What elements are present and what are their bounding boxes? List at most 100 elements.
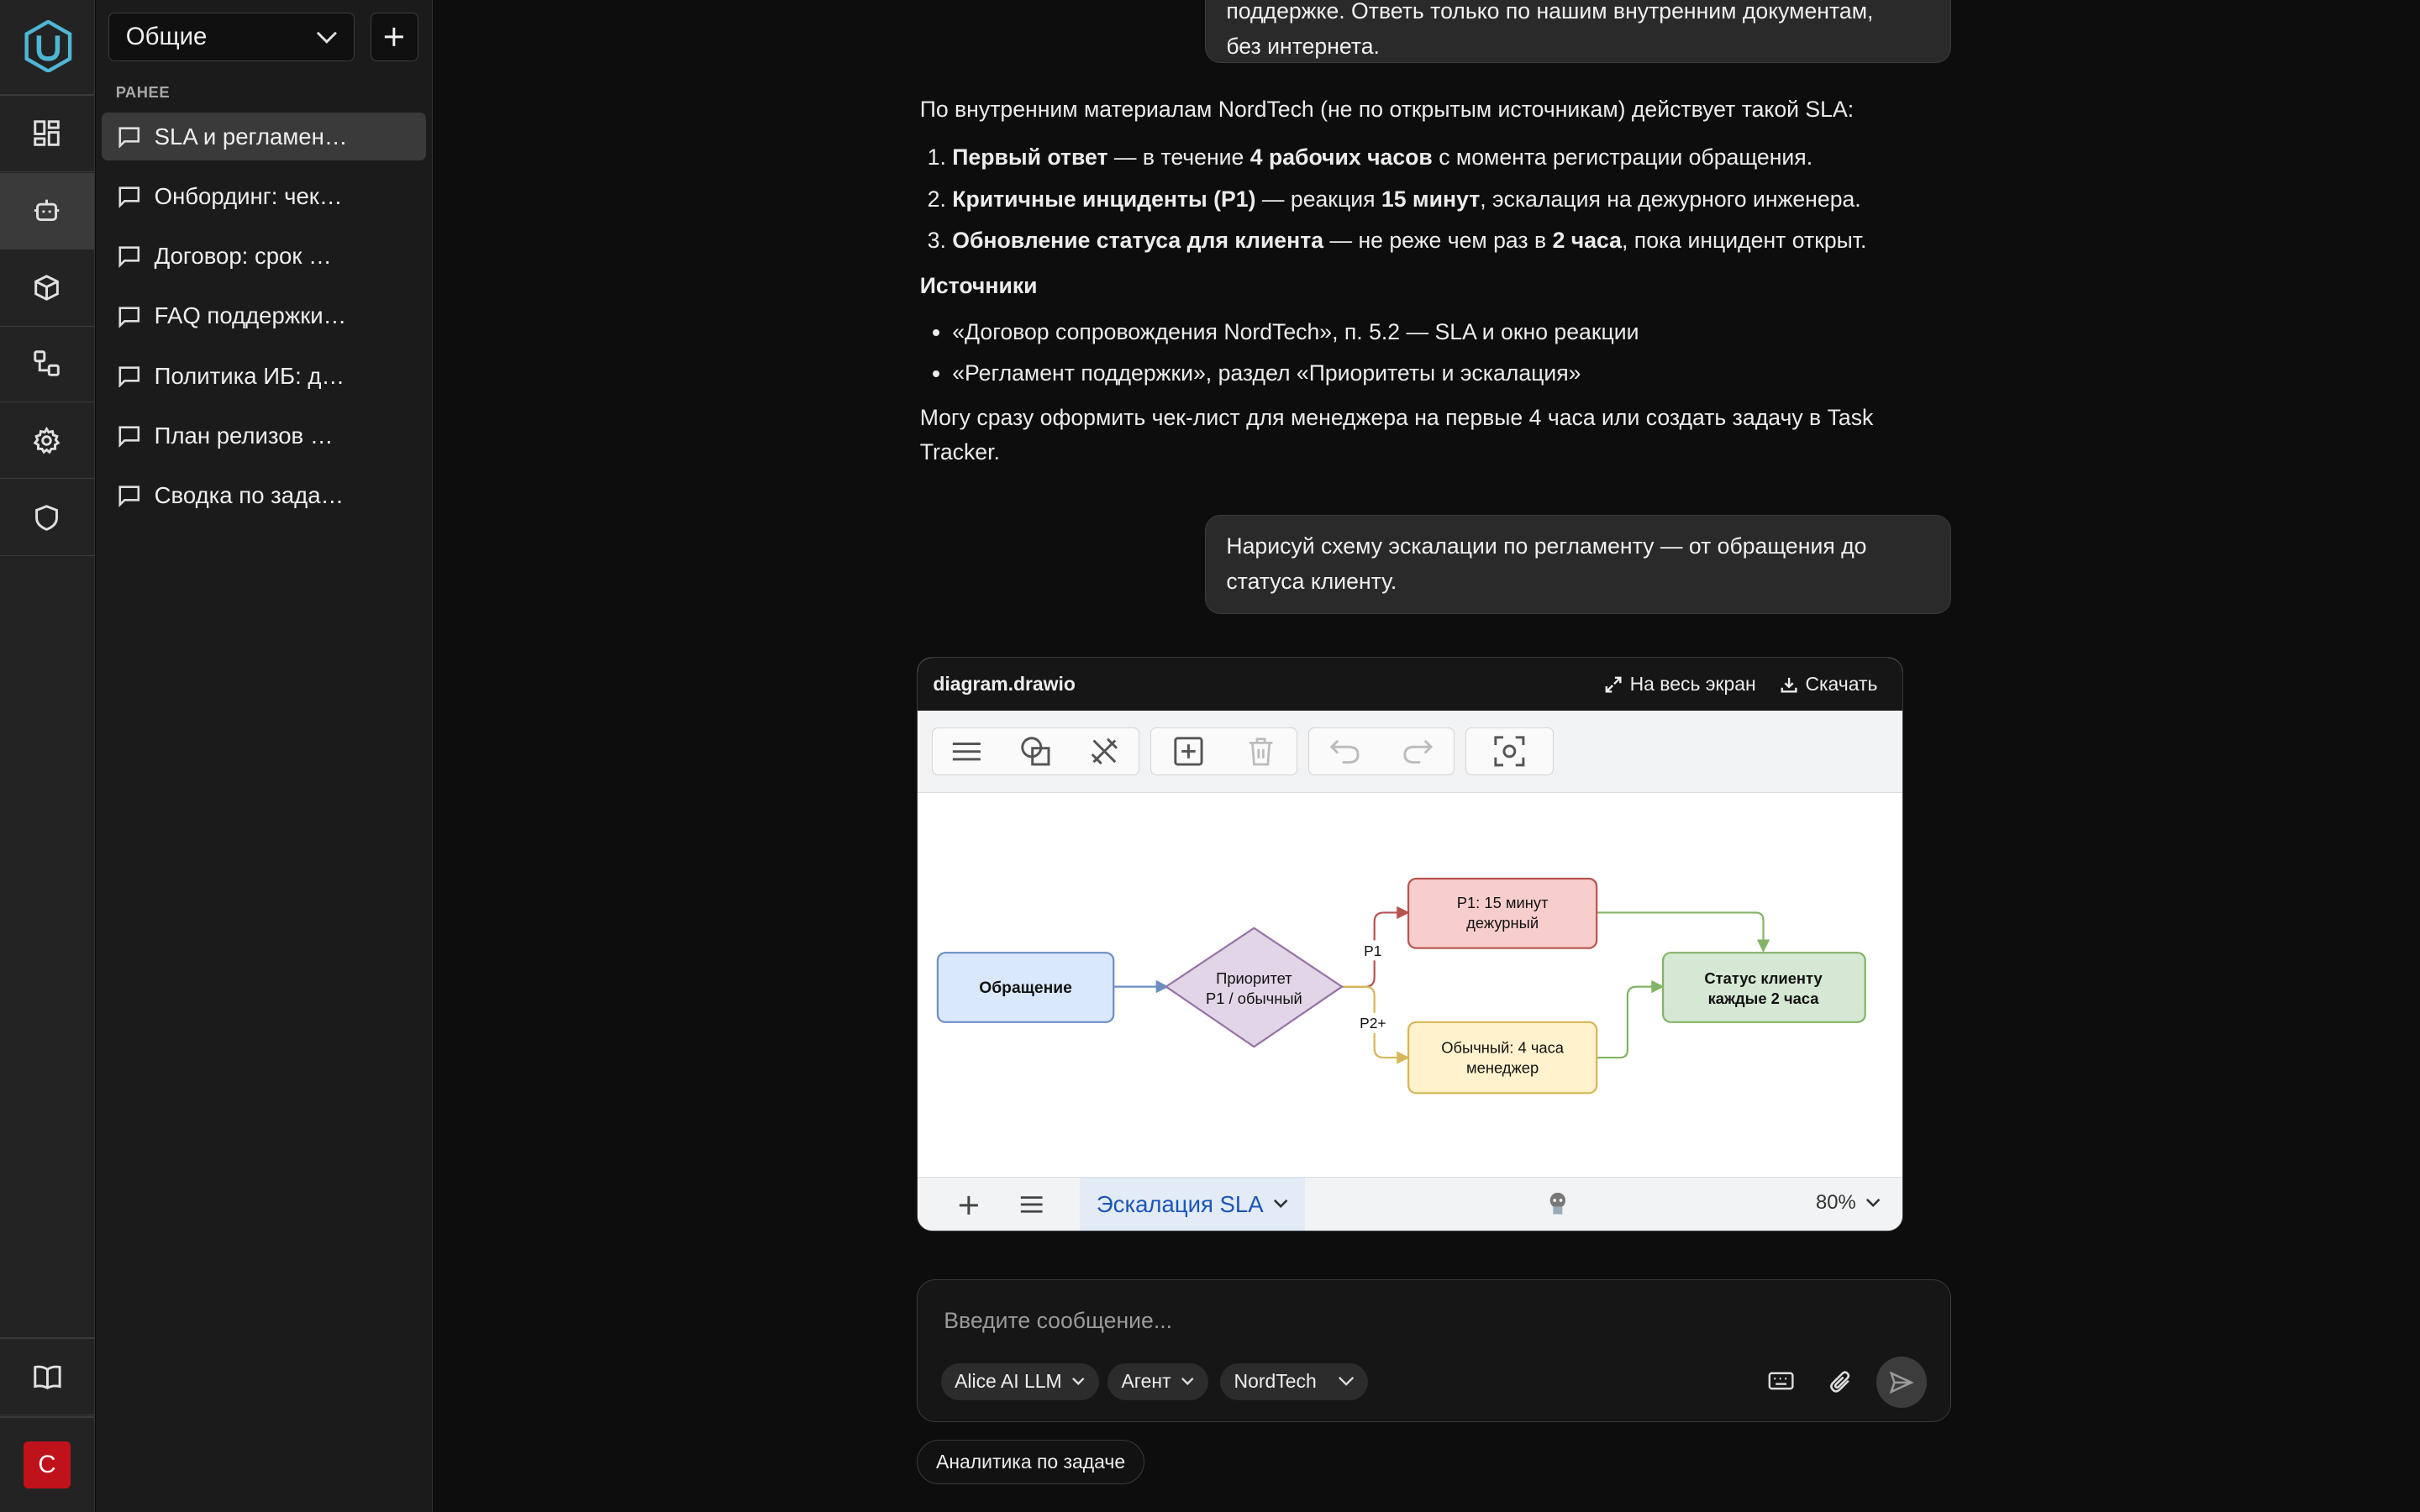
node-priority-label: Приоритет <box>1216 969 1292 987</box>
fullscreen-label: На весь экран <box>1629 673 1756 696</box>
diagram-toolbar <box>918 710 1902 794</box>
app-rail: С <box>0 0 96 1512</box>
diagram-header: diagram.drawio На весь экран Скачать <box>918 658 1902 711</box>
rail-dashboard-button[interactable] <box>0 96 95 172</box>
chat-bubble-icon <box>118 426 139 448</box>
node-normal-label: менеджер <box>1466 1059 1539 1077</box>
model-select[interactable]: Alice AI LLM <box>940 1362 1099 1400</box>
new-chat-button[interactable] <box>370 12 418 62</box>
rail-workflows-button[interactable] <box>0 326 95 402</box>
node-priority[interactable] <box>1164 927 1344 1048</box>
format-icon[interactable] <box>1089 736 1120 767</box>
keyboard-icon[interactable] <box>1768 1371 1794 1391</box>
node-priority-label: P1 / обычный <box>1206 990 1302 1007</box>
chat-bubble-icon <box>118 366 139 388</box>
chevron-down-icon <box>1273 1200 1288 1209</box>
chat-item-title: Договор: срок … <box>154 243 332 270</box>
add-page-icon[interactable] <box>958 1194 980 1216</box>
chat-item[interactable]: Политика ИБ: д… <box>102 352 426 400</box>
chat-item[interactable]: SLA и регламен… <box>102 113 426 161</box>
gear-icon <box>34 426 60 454</box>
pages-menu-icon[interactable] <box>1019 1194 1044 1215</box>
node-normal[interactable] <box>1407 1021 1598 1095</box>
plus-icon <box>385 28 404 47</box>
assistant-message: По внутренним материалам NordTech (не по… <box>920 92 1923 469</box>
shapes-icon[interactable] <box>1020 736 1051 767</box>
chat-bubble-icon <box>118 127 139 149</box>
chevron-down-icon <box>1338 1377 1354 1387</box>
page-tab[interactable]: Эскалация SLA <box>1079 1177 1306 1231</box>
chat-item-title: План релизов … <box>154 422 334 449</box>
chat-bubble-icon <box>118 306 139 328</box>
fullscreen-button[interactable]: На весь экран <box>1605 673 1756 696</box>
rail-settings-button[interactable] <box>0 402 95 480</box>
shield-icon <box>35 504 59 531</box>
user-avatar[interactable]: С <box>23 1441 71 1489</box>
node-status[interactable] <box>1662 952 1866 1023</box>
knowledge-base-select[interactable]: NordTech <box>1220 1362 1369 1400</box>
download-label: Скачать <box>1805 673 1878 696</box>
redo-icon[interactable] <box>1402 739 1433 764</box>
page-tab-label: Эскалация SLA <box>1096 1190 1264 1217</box>
workspace-select[interactable]: Общие <box>108 12 355 62</box>
paperclip-icon[interactable] <box>1828 1369 1853 1395</box>
chat-list: SLA и регламен… Онбординг: чек… Договор:… <box>102 113 426 532</box>
edge-label-p2: P2+ <box>1360 1015 1386 1032</box>
model-select-value: Alice AI LLM <box>955 1370 1062 1393</box>
chevron-down-icon <box>316 31 337 44</box>
edge-normal-status[interactable] <box>1597 979 1665 1059</box>
chat-item-title: Онбординг: чек… <box>154 182 343 209</box>
chat-item[interactable]: Сводка по зада… <box>102 472 426 520</box>
send-icon <box>1890 1371 1913 1394</box>
mode-select-value: Агент <box>1121 1370 1171 1393</box>
package-icon <box>34 275 60 301</box>
insert-icon[interactable] <box>1174 737 1203 766</box>
chat-item-title: Сводка по зада… <box>154 482 345 509</box>
chat-item[interactable]: План релизов … <box>102 412 426 459</box>
diagram-canvas[interactable]: P1 P2+ Обращение Приоритет P1 / обычный … <box>918 794 1902 1177</box>
send-button[interactable] <box>1876 1357 1928 1409</box>
message-input[interactable]: Введите сообщение... <box>944 1308 1172 1334</box>
octocat-icon[interactable] <box>1547 1191 1569 1215</box>
message-composer: Введите сообщение... Alice AI LLM Агент … <box>917 1278 1951 1423</box>
node-p1-label: дежурный <box>1466 914 1539 932</box>
chat-item[interactable]: Договор: срок … <box>102 233 426 281</box>
user-message: Нарисуй схему эскалации по регламенту — … <box>1205 515 1951 615</box>
rail-assistant-button[interactable] <box>0 172 95 249</box>
chat-item[interactable]: Онбординг: чек… <box>102 172 426 220</box>
diagram-filename: diagram.drawio <box>933 673 1076 696</box>
app-logo[interactable] <box>24 19 73 73</box>
zoom-control[interactable]: 80% <box>1816 1191 1881 1215</box>
mode-select[interactable]: Агент <box>1107 1362 1208 1400</box>
edge-label-p1: P1 <box>1364 942 1381 959</box>
fit-icon[interactable] <box>1494 736 1525 767</box>
chat-item-title: SLA и регламен… <box>154 123 348 150</box>
sources-list: «Договор сопровождения NordTech», п. 5.2… <box>920 315 1923 391</box>
rail-docs-button[interactable] <box>0 1339 95 1416</box>
undo-icon[interactable] <box>1330 739 1360 764</box>
user-message: поддержке. Ответь только по нашим внутре… <box>1205 0 1951 64</box>
user-message-line: поддержке. Ответь только по нашим внутре… <box>1226 0 1874 24</box>
toolbar-group <box>1307 727 1455 776</box>
download-icon <box>1781 677 1797 693</box>
chat-list-panel: Общие РАНЕЕ SLA и регламен… Онбординг: ч… <box>95 0 434 1512</box>
download-button[interactable]: Скачать <box>1781 673 1877 696</box>
menu-icon[interactable] <box>951 739 982 764</box>
sla-list: Первый ответ — в течение 4 рабочих часов… <box>920 140 1923 258</box>
workflow-icon <box>34 350 60 376</box>
node-status-label: Статус клиенту <box>1704 969 1823 987</box>
rail-packages-button[interactable] <box>0 250 95 327</box>
suggestion-chip[interactable]: Аналитика по задаче <box>917 1439 1145 1484</box>
rail-security-button[interactable] <box>0 480 95 557</box>
sla-item: Критичные инциденты (P1) — реакция 15 ми… <box>952 182 1923 216</box>
sla-item: Обновление статуса для клиента — не реже… <box>952 223 1923 257</box>
node-status-label: каждые 2 часа <box>1708 990 1820 1007</box>
chat-item[interactable]: FAQ поддержки… <box>102 292 426 340</box>
chat-bubble-icon <box>118 246 139 268</box>
assistant-closing: Могу сразу оформить чек-лист для менедже… <box>919 405 1874 465</box>
edge-p1-status[interactable] <box>1597 911 1770 953</box>
zoom-value: 80% <box>1816 1191 1856 1215</box>
trash-icon[interactable] <box>1248 737 1274 766</box>
sources-title: Источники <box>919 272 1038 298</box>
chat-item-title: FAQ поддержки… <box>154 302 347 329</box>
